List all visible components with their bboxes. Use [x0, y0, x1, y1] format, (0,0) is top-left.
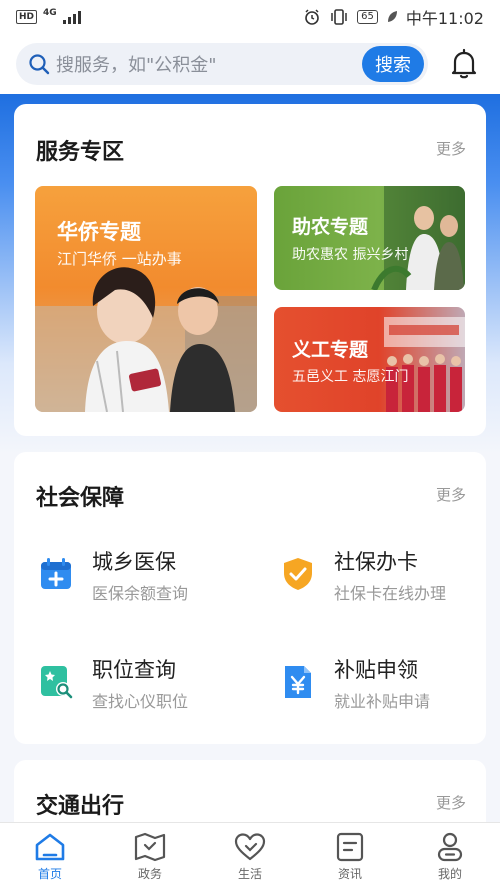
hd-badge: HD [16, 10, 38, 24]
header: 搜服务，如"公积金" 搜索 [0, 34, 500, 94]
tab-news-label: 资讯 [337, 867, 362, 881]
status-right: 65 中午11:02 [303, 5, 484, 29]
transport-title: 交通出行 [36, 794, 125, 819]
shield-check-icon [284, 558, 312, 590]
bell-icon [451, 48, 477, 79]
service-zone-card: 服务专区 更多 华侨专题 江门华侨 一站办事 助农专题 助农惠农 振兴乡村 义工… [14, 104, 486, 436]
tab-profile-label: 我的 [437, 867, 462, 881]
map-icon [134, 832, 166, 862]
tab-home[interactable]: 首页 [0, 823, 100, 888]
signal-icon [62, 10, 81, 24]
banner-yigong-title: 义工专题 [292, 339, 369, 361]
social-security-title: 社会保障 [36, 486, 125, 511]
service-item-medical-desc: 医保余额查询 [92, 584, 189, 603]
service-zone-more-link[interactable]: 更多 [436, 138, 466, 159]
profile-icon [437, 832, 463, 862]
search-box[interactable]: 搜服务，如"公积金" 搜索 [16, 43, 428, 85]
medical-calendar-icon [41, 558, 71, 589]
banner-yigong[interactable]: 义工专题 五邑义工 志愿江门 [274, 307, 465, 412]
tab-news[interactable]: 资讯 [300, 823, 400, 888]
banner-zhunong[interactable]: 助农专题 助农惠农 振兴乡村 [274, 186, 465, 290]
service-item-subsidy[interactable]: 补贴申领 就业补贴申请 [280, 654, 490, 724]
service-item-social-card-desc: 社保卡在线办理 [334, 584, 447, 603]
service-zone-title: 服务专区 [36, 140, 125, 165]
service-item-job-search-desc: 查找心仪职位 [92, 692, 189, 711]
search-icon [29, 54, 50, 75]
banner-zhunong-title: 助农专题 [292, 216, 369, 238]
social-security-more-link[interactable]: 更多 [436, 484, 466, 505]
tab-profile[interactable]: 我的 [400, 823, 500, 888]
status-bar: HD 4G 65 中午11:02 [0, 0, 500, 34]
vibrate-icon [331, 9, 347, 25]
service-item-medical-name: 城乡医保 [92, 550, 176, 574]
service-item-social-card-name: 社保办卡 [334, 550, 418, 574]
job-search-icon [41, 666, 73, 699]
bottom-tab-bar: 首页 政务 生活 资讯 我的 [0, 822, 500, 888]
home-icon [35, 833, 65, 861]
heart-icon [234, 833, 266, 861]
service-item-medical[interactable]: 城乡医保 医保余额查询 [38, 546, 248, 616]
alarm-icon [305, 9, 319, 25]
news-icon [336, 832, 364, 862]
status-time: 中午11:02 [405, 9, 484, 28]
tab-home-label: 首页 [37, 867, 62, 881]
banner-yigong-subtitle: 五邑义工 志愿江门 [292, 369, 409, 385]
battery-indicator: 65 [357, 10, 378, 24]
service-item-job-search-name: 职位查询 [92, 658, 176, 682]
notification-button[interactable] [448, 46, 480, 82]
tab-life-label: 生活 [237, 867, 262, 881]
service-item-subsidy-name: 补贴申领 [334, 658, 418, 682]
network-label: 4G [43, 8, 57, 18]
leaf-icon [387, 11, 397, 22]
search-button[interactable]: 搜索 [362, 46, 424, 82]
status-left: HD 4G [16, 8, 303, 24]
banner-huaqiao-subtitle: 江门华侨 一站办事 [57, 250, 182, 268]
tab-life[interactable]: 生活 [200, 823, 300, 888]
tab-government[interactable]: 政务 [100, 823, 200, 888]
tab-government-label: 政务 [137, 867, 162, 881]
service-item-social-card[interactable]: 社保办卡 社保卡在线办理 [280, 546, 490, 616]
search-input[interactable]: 搜服务，如"公积金" [56, 51, 362, 77]
banner-huaqiao-title: 华侨专题 [57, 220, 141, 244]
banner-zhunong-subtitle: 助农惠农 振兴乡村 [292, 247, 409, 263]
service-item-subsidy-desc: 就业补贴申请 [334, 692, 431, 711]
yuan-document-icon [285, 666, 311, 698]
social-security-card: 社会保障 更多 城乡医保 医保余额查询 社保办卡 社保卡在线办理 职位查询 查找… [14, 452, 486, 744]
banner-huaqiao[interactable]: 华侨专题 江门华侨 一站办事 [35, 186, 257, 412]
transport-more-link[interactable]: 更多 [436, 792, 466, 813]
service-item-job-search[interactable]: 职位查询 查找心仪职位 [38, 654, 248, 724]
